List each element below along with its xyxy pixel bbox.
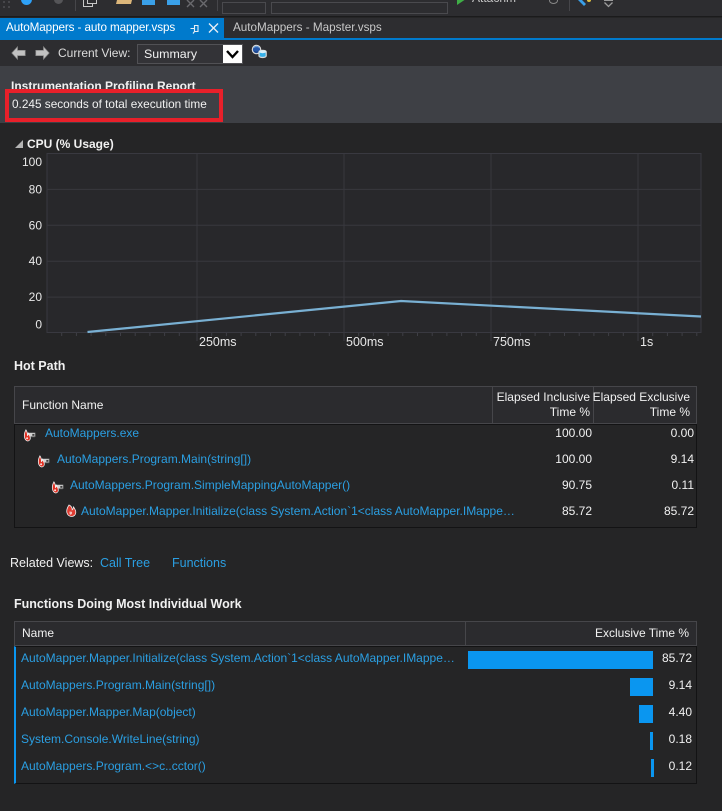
svg-text:80: 80	[29, 182, 43, 196]
svg-text:0: 0	[35, 318, 42, 332]
svg-text:60: 60	[29, 218, 43, 232]
svg-text:1s: 1s	[640, 335, 653, 349]
svg-text:500ms: 500ms	[346, 335, 384, 349]
svg-text:750ms: 750ms	[493, 335, 531, 349]
svg-text:250ms: 250ms	[199, 335, 237, 349]
svg-text:20: 20	[29, 290, 43, 304]
svg-text:40: 40	[29, 254, 43, 268]
svg-text:100: 100	[22, 155, 42, 169]
